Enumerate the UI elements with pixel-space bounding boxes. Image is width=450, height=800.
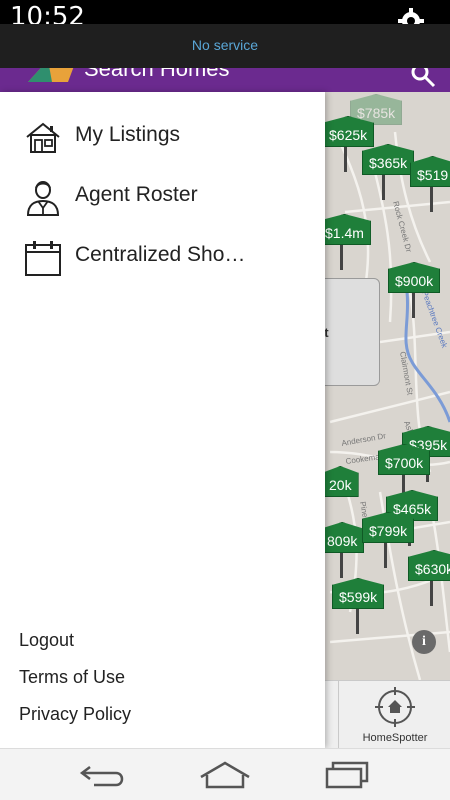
- back-icon[interactable]: [74, 757, 134, 793]
- no-service-toast: No service: [0, 24, 450, 68]
- drawer-item-label: My Listings: [75, 123, 181, 146]
- search-icon[interactable]: [410, 68, 436, 88]
- system-nav-bar: [0, 748, 450, 800]
- app-title: Search Homes: [84, 68, 230, 81]
- drawer-item-agent-roster[interactable]: Agent Roster: [0, 169, 325, 225]
- calendar-icon: [25, 241, 61, 276]
- app-logo-icon: [28, 68, 74, 82]
- street-label: Clairmont St: [398, 351, 415, 397]
- recents-icon[interactable]: [317, 757, 377, 793]
- agent-icon: [26, 181, 60, 216]
- house-icon: [26, 122, 60, 153]
- navigation-drawer: My Listings Agent Roster Centralized Sho…: [0, 92, 325, 748]
- tab-homespotter[interactable]: HomeSpotter: [338, 681, 450, 749]
- drawer-item-centralized-showings[interactable]: Centralized Sho…: [0, 229, 325, 285]
- drawer-item-label: Centralized Sho…: [75, 243, 246, 266]
- toast-text: No service: [191, 37, 259, 53]
- app-bar: Search Homes: [0, 68, 450, 92]
- status-bar: 10:52: [0, 0, 450, 34]
- logout-link[interactable]: Logout: [19, 630, 74, 651]
- home-icon[interactable]: [195, 757, 255, 793]
- drawer-item-label: Agent Roster: [75, 183, 198, 206]
- tab-homespotter-label: HomeSpotter: [362, 732, 428, 744]
- drawer-item-my-listings[interactable]: My Listings: [0, 109, 325, 165]
- street-label: Peachtree Creek: [420, 290, 449, 350]
- street-label: Anderson Dr: [341, 431, 387, 448]
- info-icon[interactable]: i: [412, 630, 436, 654]
- privacy-policy-link[interactable]: Privacy Policy: [19, 704, 131, 725]
- crosshair-home-icon: [375, 687, 415, 727]
- terms-of-use-link[interactable]: Terms of Use: [19, 667, 125, 688]
